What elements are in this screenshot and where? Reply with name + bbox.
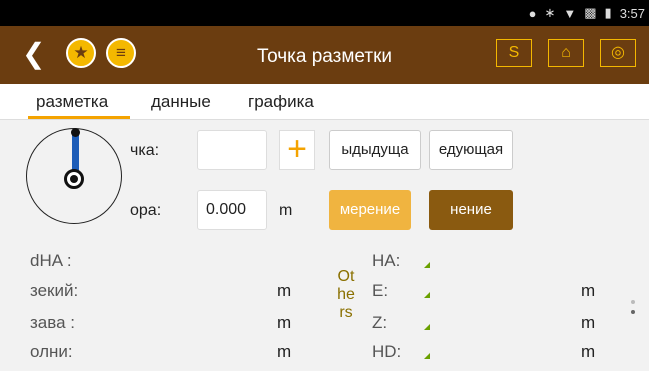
point-name-input[interactable] xyxy=(197,130,267,170)
data-label-hd: HD: xyxy=(372,342,402,361)
save-button[interactable]: нение xyxy=(429,190,513,230)
compass-needle-tip xyxy=(71,128,80,137)
data-unit-right: m xyxy=(277,313,292,332)
antenna-height-input[interactable]: 0.000 xyxy=(197,190,267,230)
target-icon[interactable]: ◎ xyxy=(600,39,636,67)
data-unit-z: m xyxy=(581,313,596,332)
status-bar: ● ∗ ▼ ▩ ▮ 3:57 xyxy=(0,0,649,26)
data-unit-north: m xyxy=(277,281,292,300)
status-time: 3:57 xyxy=(619,5,645,21)
data-label-fill: олни: xyxy=(30,342,73,361)
measure-button[interactable]: мерение xyxy=(329,190,411,230)
plus-icon[interactable]: + xyxy=(279,130,315,170)
compass-center xyxy=(64,169,84,189)
scroll-dot-active xyxy=(631,310,635,314)
wifi-icon: ▼ xyxy=(563,5,577,21)
dropdown-indicator-icon[interactable] xyxy=(424,324,430,330)
active-tab-indicator xyxy=(28,116,130,119)
others-toggle[interactable]: Ot he rs xyxy=(332,268,360,322)
height-unit: m xyxy=(279,202,293,219)
dropdown-indicator-icon[interactable] xyxy=(424,262,430,268)
signal-icon: ▩ xyxy=(584,5,597,20)
battery-icon: ▮ xyxy=(604,5,612,20)
data-unit-hd: m xyxy=(581,342,596,361)
data-unit-fill: m xyxy=(277,342,292,361)
home-icon[interactable]: ⌂ xyxy=(548,39,584,67)
location-icon: ● xyxy=(528,5,537,21)
tab-data[interactable]: данные xyxy=(151,92,211,112)
next-button[interactable]: едующая xyxy=(429,130,513,170)
data-label-north: зекий: xyxy=(30,281,79,300)
scroll-dot-inactive xyxy=(631,300,635,304)
data-label-z: Z: xyxy=(372,313,388,332)
height-label: ора: xyxy=(130,202,162,219)
data-label-e: E: xyxy=(372,281,389,300)
data-unit-e: m xyxy=(581,281,596,300)
point-label: чка: xyxy=(130,142,160,159)
bluetooth-icon: ∗ xyxy=(544,5,556,20)
tab-bar: разметка данные графика xyxy=(0,84,649,120)
dropdown-indicator-icon[interactable] xyxy=(424,292,430,298)
tab-stakeout[interactable]: разметка xyxy=(36,92,108,112)
s-button[interactable]: S xyxy=(496,39,532,67)
compass-icon xyxy=(26,128,122,224)
status-icons: ● ∗ ▼ ▩ ▮ 3:57 xyxy=(529,5,645,21)
data-label-right: зава : xyxy=(30,313,75,332)
tab-graphics[interactable]: графика xyxy=(248,92,314,112)
dropdown-indicator-icon[interactable] xyxy=(424,353,430,359)
scroll-indicator[interactable] xyxy=(627,300,639,320)
data-label-ha: HA: xyxy=(372,251,401,270)
previous-button[interactable]: ыдыдуща xyxy=(329,130,421,170)
app-bar: ❮ ★ ≡ Точка разметки S ⌂ ◎ xyxy=(0,26,649,84)
data-label-dha: dHA : xyxy=(30,251,72,270)
